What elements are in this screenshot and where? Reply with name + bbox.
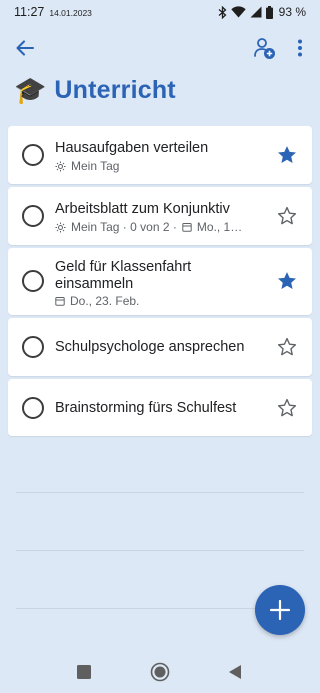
page-title: Unterricht — [54, 75, 176, 104]
complete-checkbox[interactable] — [22, 144, 44, 166]
status-icons: 93 % — [218, 5, 306, 19]
task-meta: Do., 23. Feb. — [55, 294, 139, 308]
graduation-cap-icon: 🎓 — [14, 75, 47, 105]
list-title[interactable]: 🎓 Unterricht — [14, 72, 176, 108]
my-day-label: Mein Tag — [71, 159, 120, 173]
task-title: Brainstorming fürs Schulfest — [55, 400, 237, 416]
star-outline-icon[interactable] — [276, 397, 298, 419]
system-nav-bar — [0, 650, 320, 693]
complete-checkbox[interactable] — [22, 205, 44, 227]
star-filled-icon[interactable] — [276, 270, 298, 292]
recents-square-icon[interactable] — [76, 664, 92, 680]
sun-icon — [55, 222, 66, 232]
signal-icon — [250, 6, 262, 18]
task-item[interactable]: Arbeitsblatt zum Konjunktiv Mein Tag · 0… — [8, 187, 312, 245]
due-date-label: Mo., 1… — [196, 220, 243, 234]
task-title-line2: einsammeln — [55, 276, 134, 292]
task-title-line1: Geld für Klassenfahrt — [55, 259, 192, 275]
status-date: 14.01.2023 — [49, 8, 92, 18]
back-triangle-icon[interactable] — [228, 664, 242, 680]
battery-icon — [265, 5, 273, 19]
task-item[interactable]: Hausaufgaben verteilen Mein Tag — [8, 126, 312, 184]
toolbar — [0, 32, 320, 64]
task-title: Arbeitsblatt zum Konjunktiv — [55, 201, 230, 217]
task-item[interactable]: Brainstorming fürs Schulfest — [8, 379, 312, 436]
task-meta: Mein Tag — [55, 159, 119, 173]
due-date-label: Do., 23. Feb. — [70, 294, 140, 308]
plus-icon — [269, 599, 291, 621]
empty-row-divider — [16, 550, 304, 551]
star-filled-icon[interactable] — [276, 144, 298, 166]
calendar-icon — [182, 223, 192, 232]
star-outline-icon[interactable] — [276, 205, 298, 227]
sun-icon — [55, 161, 66, 171]
bluetooth-icon — [218, 5, 227, 19]
complete-checkbox[interactable] — [22, 336, 44, 358]
add-task-button[interactable] — [255, 585, 305, 635]
empty-row-divider — [16, 492, 304, 493]
complete-checkbox[interactable] — [22, 270, 44, 292]
task-title: Schulpsychologe ansprechen — [55, 339, 245, 355]
share-person-add-icon[interactable] — [252, 36, 276, 60]
task-item[interactable]: Schulpsychologe ansprechen — [8, 318, 312, 376]
task-item[interactable]: Geld für Klassenfahrt einsammeln Do., 23… — [8, 248, 312, 315]
home-circle-icon[interactable] — [150, 662, 170, 682]
back-arrow-icon[interactable] — [14, 37, 36, 59]
complete-checkbox[interactable] — [22, 397, 44, 419]
star-outline-icon[interactable] — [276, 336, 298, 358]
wifi-icon — [230, 6, 246, 18]
task-meta: Mein Tag · 0 von 2 · Mo., 1… — [55, 220, 242, 234]
task-title: Hausaufgaben verteilen — [55, 140, 209, 156]
calendar-icon — [55, 297, 65, 306]
my-day-steps-label: Mein Tag · 0 von 2 · — [71, 220, 177, 234]
status-bar: 11:27 14.01.2023 93 % — [0, 0, 320, 24]
status-time: 11:27 — [14, 5, 45, 19]
more-vert-icon[interactable] — [290, 37, 310, 59]
battery-percent: 93 % — [278, 5, 306, 19]
